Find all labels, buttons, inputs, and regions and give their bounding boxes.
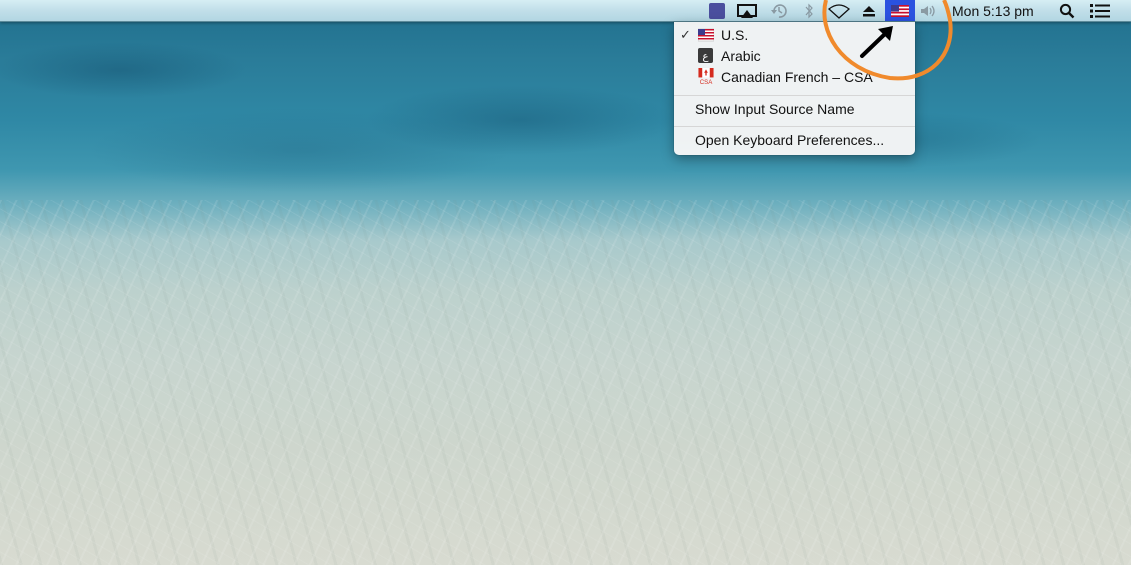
eject-item[interactable] xyxy=(860,0,878,21)
airplay-display-icon xyxy=(737,3,757,18)
menu-separator xyxy=(674,126,915,127)
wifi-icon xyxy=(827,3,851,19)
checkmark-icon: ✓ xyxy=(680,27,691,42)
input-source-menu: ✓ U.S. ع Arabic CSA Canadian French – CS… xyxy=(674,22,915,155)
menu-item-label: Canadian French – CSA xyxy=(721,69,873,85)
search-icon xyxy=(1059,3,1075,18)
us-flag-icon xyxy=(698,28,714,42)
bluetooth-item[interactable] xyxy=(800,0,818,21)
menu-item-us[interactable]: ✓ U.S. xyxy=(674,25,915,46)
input-source-menu-extra[interactable] xyxy=(885,0,915,21)
menu-item-label: Open Keyboard Preferences... xyxy=(695,132,885,148)
us-flag-icon xyxy=(891,4,909,17)
eject-icon xyxy=(863,5,875,16)
menu-item-open-keyboard-preferences[interactable]: Open Keyboard Preferences... xyxy=(674,130,915,151)
spotlight-button[interactable] xyxy=(1057,0,1077,21)
arabic-keyboard-icon: ع xyxy=(698,48,713,63)
menu-bar: Mon 5:13 pm xyxy=(0,0,1131,22)
menu-item-label: U.S. xyxy=(721,27,749,43)
purple-square-icon xyxy=(709,2,725,19)
menu-item-arabic[interactable]: ع Arabic xyxy=(674,46,915,67)
volume-item[interactable] xyxy=(917,0,941,21)
volume-icon xyxy=(921,5,935,16)
svg-text:CSA: CSA xyxy=(700,79,714,85)
notification-center-icon xyxy=(1090,3,1110,18)
menu-item-canadian-french-csa[interactable]: CSA Canadian French – CSA xyxy=(674,67,915,88)
app-status-item[interactable] xyxy=(706,0,728,21)
water-ripples xyxy=(0,200,1131,565)
menu-item-label: Show Input Source Name xyxy=(695,101,855,117)
canada-flag-csa-icon: CSA xyxy=(698,68,714,85)
wifi-item[interactable] xyxy=(826,0,852,21)
svg-text:ع: ع xyxy=(702,51,709,63)
menu-bar-clock[interactable]: Mon 5:13 pm xyxy=(949,0,1050,21)
bluetooth-icon xyxy=(805,3,813,18)
time-machine-item[interactable] xyxy=(767,0,791,21)
time-machine-icon xyxy=(771,3,787,18)
notification-center-button[interactable] xyxy=(1086,0,1114,21)
airplay-item[interactable] xyxy=(735,0,759,21)
menu-item-label: Arabic xyxy=(721,48,761,64)
menu-item-show-input-source-name[interactable]: Show Input Source Name xyxy=(674,99,915,120)
menu-separator xyxy=(674,95,915,96)
